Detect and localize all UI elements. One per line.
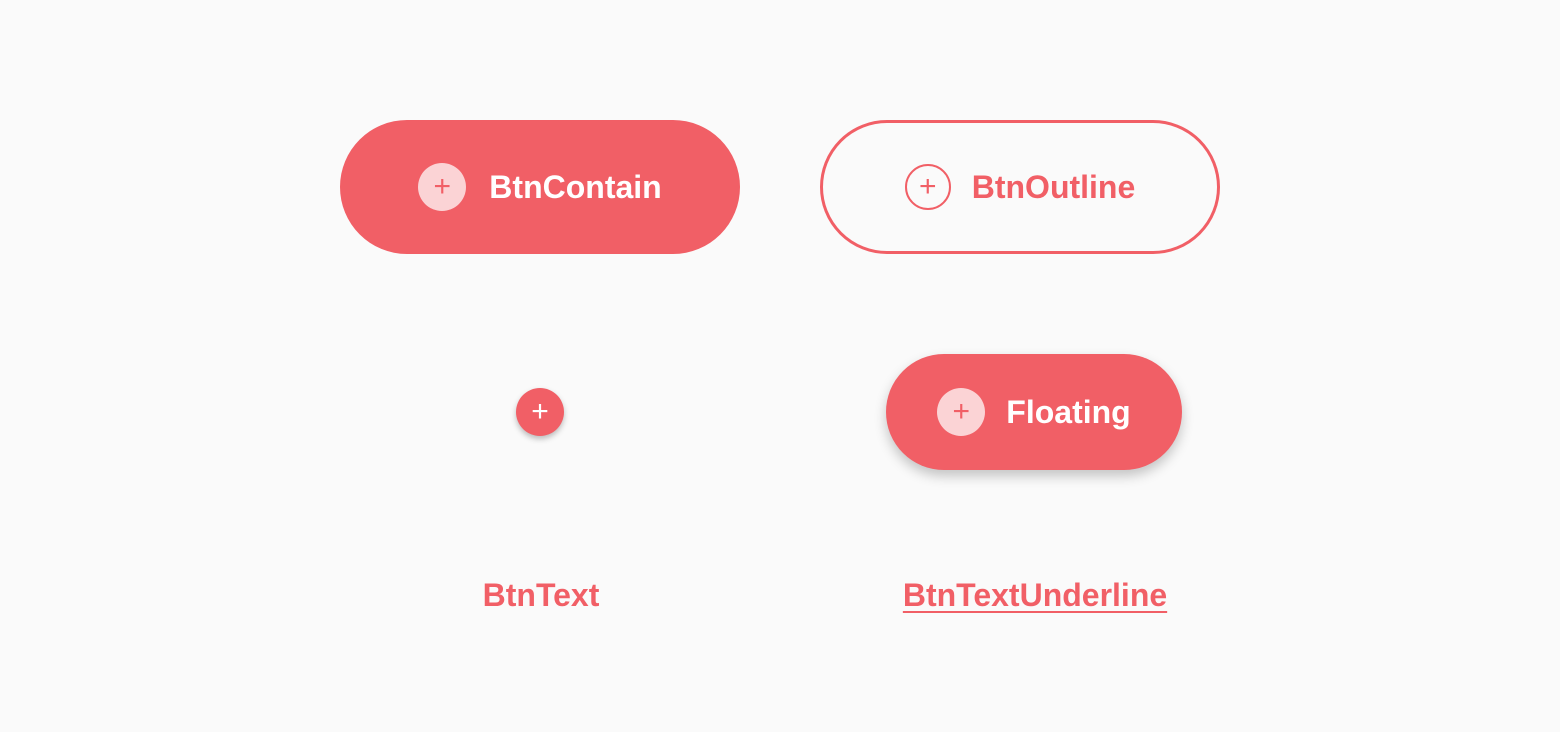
plus-icon: + <box>418 163 467 211</box>
outline-button[interactable]: + BtnOutline <box>820 120 1220 254</box>
plus-icon: + <box>904 164 951 210</box>
text-button[interactable]: BtnText <box>440 570 642 620</box>
floating-button-label: Floating <box>1006 393 1131 430</box>
text-button-label: BtnText <box>482 576 600 613</box>
plus-icon: + <box>937 388 986 436</box>
add-icon-button[interactable]: + <box>516 388 564 436</box>
plus-icon: + <box>531 395 549 428</box>
text-underline-button[interactable]: BtnTextUnderline <box>880 570 1190 620</box>
text-underline-button-label: BtnTextUnderline <box>902 576 1168 613</box>
floating-button[interactable]: + Floating <box>886 354 1182 470</box>
contain-button[interactable]: + BtnContain <box>340 120 740 254</box>
outline-button-label: BtnOutline <box>971 168 1136 205</box>
contain-button-label: BtnContain <box>489 168 662 205</box>
button-showcase: + BtnContain + BtnOutline + + Floating B… <box>0 0 1560 732</box>
